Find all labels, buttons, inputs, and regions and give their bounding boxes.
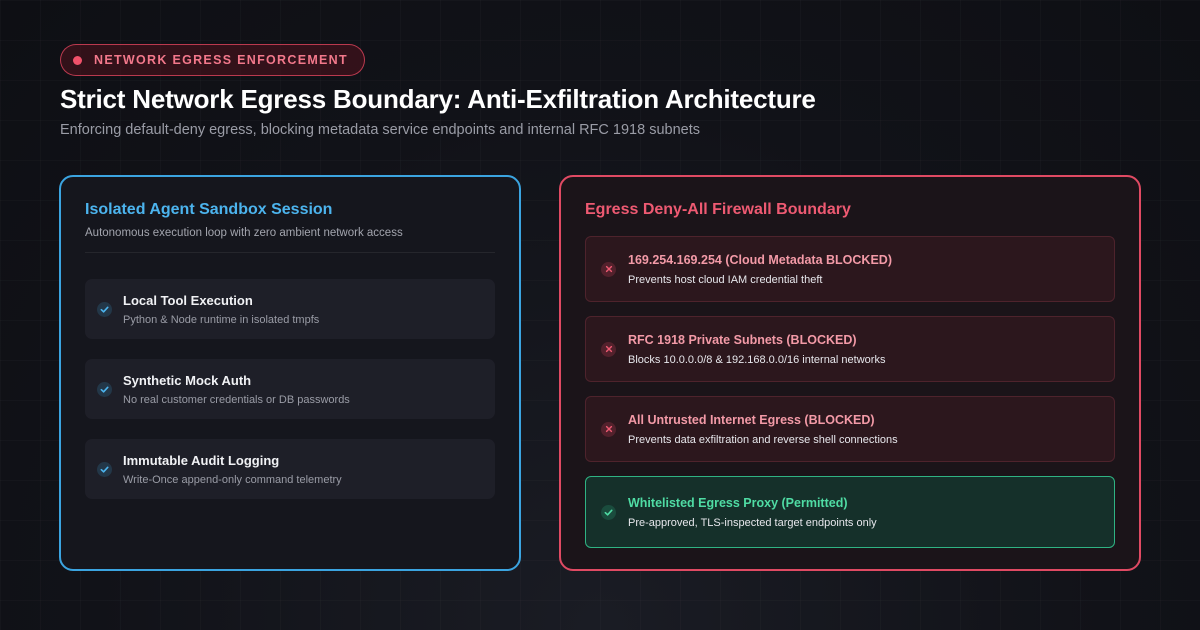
sandbox-item-title: Local Tool Execution: [123, 292, 253, 308]
sandbox-panel: Isolated Agent Sandbox Session Autonomou…: [59, 175, 521, 571]
sandbox-item-title: Immutable Audit Logging: [123, 452, 280, 468]
sandbox-item-immutable-audit-logging: Immutable Audit Logging Write-Once appen…: [85, 439, 495, 499]
sandbox-item-subtitle: Python & Node runtime in isolated tmpfs: [123, 313, 320, 326]
check-icon: [601, 504, 616, 520]
sandbox-item-subtitle: No real customer credentials or DB passw…: [123, 393, 350, 406]
firewall-rules-list: 169.254.169.254 (Cloud Metadata BLOCKED)…: [585, 236, 1115, 548]
check-icon: [97, 301, 112, 317]
firewall-rule-private-subnets: RFC 1918 Private Subnets (BLOCKED) Block…: [585, 316, 1115, 382]
firewall-rule-subtitle: Blocks 10.0.0.0/8 & 192.168.0.0/16 inter…: [628, 353, 886, 366]
x-icon: [601, 341, 616, 357]
page: NETWORK EGRESS ENFORCEMENT Strict Networ…: [0, 0, 1200, 630]
sandbox-item-synthetic-mock-auth: Synthetic Mock Auth No real customer cre…: [85, 359, 495, 419]
category-badge: NETWORK EGRESS ENFORCEMENT: [60, 44, 365, 76]
firewall-rule-internet-egress: All Untrusted Internet Egress (BLOCKED) …: [585, 396, 1115, 462]
firewall-rule-title: RFC 1918 Private Subnets (BLOCKED): [628, 332, 857, 347]
sandbox-panel-title: Isolated Agent Sandbox Session: [85, 201, 333, 218]
sandbox-item-local-tool-execution: Local Tool Execution Python & Node runti…: [85, 279, 495, 339]
status-dot-icon: [73, 55, 82, 65]
sandbox-panel-description: Autonomous execution loop with zero ambi…: [85, 227, 495, 253]
firewall-rule-cloud-metadata: 169.254.169.254 (Cloud Metadata BLOCKED)…: [585, 236, 1115, 302]
check-icon: [97, 461, 112, 477]
firewall-panel-title: Egress Deny-All Firewall Boundary: [585, 201, 851, 218]
firewall-rule-title: 169.254.169.254 (Cloud Metadata BLOCKED): [628, 252, 892, 267]
firewall-rule-subtitle: Prevents host cloud IAM credential theft: [628, 273, 823, 286]
sandbox-item-subtitle: Write-Once append-only command telemetry: [123, 473, 342, 486]
check-icon: [97, 381, 112, 397]
badge-label: NETWORK EGRESS ENFORCEMENT: [94, 53, 348, 67]
page-subtitle: Enforcing default-deny egress, blocking …: [60, 122, 700, 138]
sandbox-item-title: Synthetic Mock Auth: [123, 372, 252, 388]
firewall-rule-title: All Untrusted Internet Egress (BLOCKED): [628, 412, 875, 427]
x-icon: [601, 261, 616, 277]
sandbox-items-list: Local Tool Execution Python & Node runti…: [85, 279, 495, 499]
firewall-panel: Egress Deny-All Firewall Boundary 169.25…: [559, 175, 1141, 571]
x-icon: [601, 421, 616, 437]
firewall-rule-subtitle: Pre-approved, TLS-inspected target endpo…: [628, 516, 877, 529]
firewall-rule-title: Whitelisted Egress Proxy (Permitted): [628, 495, 848, 510]
firewall-rule-subtitle: Prevents data exfiltration and reverse s…: [628, 433, 898, 446]
firewall-rule-egress-proxy: Whitelisted Egress Proxy (Permitted) Pre…: [585, 476, 1115, 548]
page-title: Strict Network Egress Boundary: Anti-Exf…: [60, 84, 816, 114]
